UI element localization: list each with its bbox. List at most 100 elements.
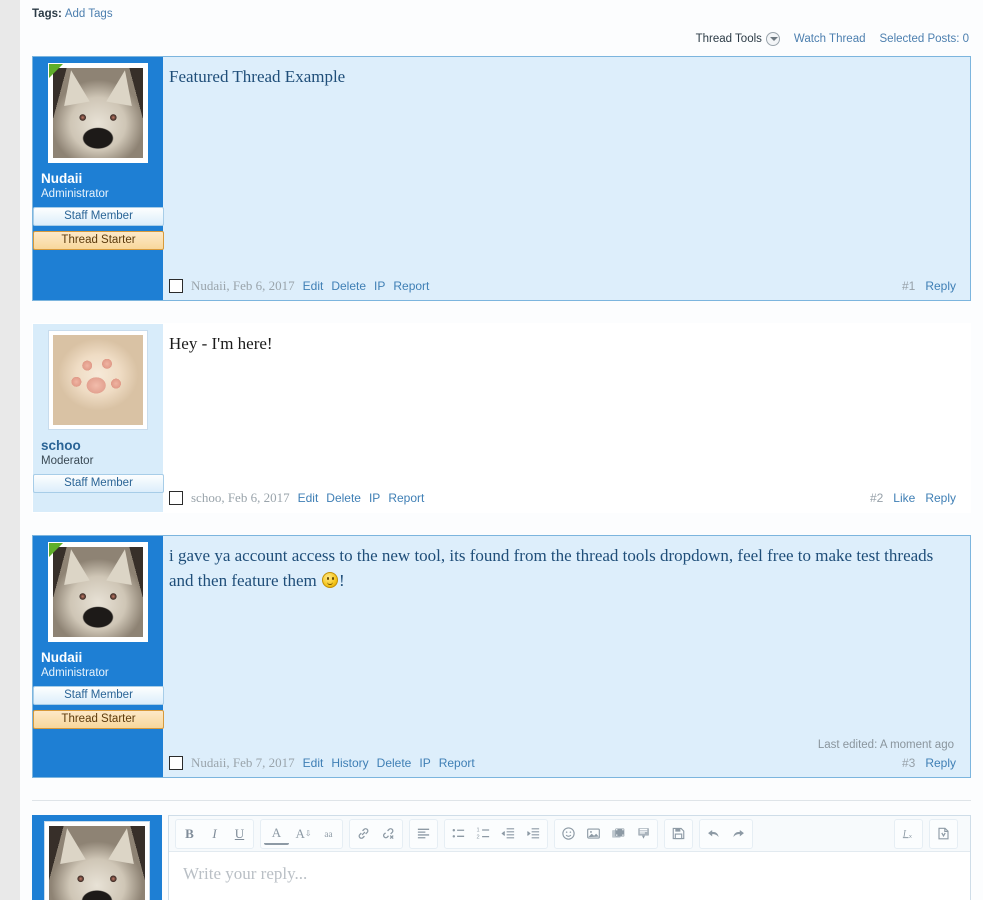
post-3-username[interactable]: Nudaii xyxy=(39,650,157,666)
post-2-message-text: Hey - I'm here! xyxy=(169,334,273,353)
post-3-ip-link[interactable]: IP xyxy=(419,756,430,770)
indent-icon[interactable] xyxy=(521,821,546,847)
post-3-thread-starter-banner: Thread Starter xyxy=(33,709,164,729)
smilie-icon[interactable] xyxy=(556,821,581,847)
post-2-delete-link[interactable]: Delete xyxy=(326,491,361,505)
post-1-reply-link[interactable]: Reply xyxy=(925,279,956,293)
underline-icon[interactable]: U xyxy=(227,821,252,847)
post-3-delete-link[interactable]: Delete xyxy=(377,756,412,770)
numbered-list-icon[interactable]: 1 2 xyxy=(471,821,496,847)
draft-save-icon[interactable] xyxy=(666,821,691,847)
remove-formatting-icon[interactable]: I x xyxy=(896,821,921,847)
post-1-report-link[interactable]: Report xyxy=(393,279,429,293)
post-3-message-part1: i gave ya account access to the new tool… xyxy=(169,546,934,590)
post-2-author-date: schoo, Feb 6, 2017 xyxy=(191,490,290,505)
outdent-icon[interactable] xyxy=(496,821,521,847)
post-1: Nudaii Administrator Staff Member Thread… xyxy=(32,56,971,301)
thread-tools-row: Thread Tools Watch Thread Selected Posts… xyxy=(20,24,983,56)
post-2-user-column: schoo Moderator Staff Member xyxy=(33,324,164,512)
toolbar-group-list: 1 2 xyxy=(444,818,548,849)
post-1-meta-row: Nudaii, Feb 6, 2017 Edit Delete IP Repor… xyxy=(169,276,956,294)
font-size-icon[interactable]: A ⇩ xyxy=(291,821,316,847)
post-1-edit-link[interactable]: Edit xyxy=(303,279,324,293)
post-3-number[interactable]: #3 xyxy=(902,756,915,770)
bullet-list-icon[interactable] xyxy=(446,821,471,847)
toolbar-group-font: A A ⇩ aa xyxy=(260,818,343,849)
italic-icon[interactable]: I xyxy=(202,821,227,847)
watch-thread-link[interactable]: Watch Thread xyxy=(794,33,866,45)
post-3-history-link[interactable]: History xyxy=(331,756,368,770)
post-2-edit-link[interactable]: Edit xyxy=(298,491,319,505)
post-1-author-date: Nudaii, Feb 6, 2017 xyxy=(191,278,295,293)
post-2-number[interactable]: #2 xyxy=(870,491,883,505)
post-3-select-checkbox[interactable] xyxy=(169,756,183,770)
paw-avatar-image xyxy=(53,335,143,425)
post-1-meta-right: #1 Reply xyxy=(902,279,956,293)
post-2-reply-link[interactable]: Reply xyxy=(925,491,956,505)
thread-tools-button[interactable]: Thread Tools xyxy=(696,32,780,46)
smilie-icon xyxy=(322,571,338,588)
toolbar-group-insert xyxy=(554,818,658,849)
post-3-meta-right: #3 Reply xyxy=(902,756,956,770)
align-icon[interactable] xyxy=(411,821,436,847)
post-1-username[interactable]: Nudaii xyxy=(39,171,157,187)
selected-posts-link[interactable]: Selected Posts: 0 xyxy=(880,33,970,45)
post-3-author-date: Nudaii, Feb 7, 2017 xyxy=(191,755,295,770)
bold-icon[interactable]: B xyxy=(177,821,202,847)
post-3-reply-link[interactable]: Reply xyxy=(925,756,956,770)
tags-bar: Tags: Add Tags xyxy=(20,0,983,24)
toggle-bbcode-icon[interactable] xyxy=(931,821,956,847)
redo-icon[interactable] xyxy=(726,821,751,847)
online-indicator-icon xyxy=(49,543,63,557)
thread-tools-label: Thread Tools xyxy=(695,33,762,45)
reply-input-area[interactable]: Write your reply... xyxy=(169,852,970,900)
post-3-last-edited: Last edited: A moment ago xyxy=(817,739,954,751)
chevron-down-icon xyxy=(765,32,780,46)
unlink-icon[interactable] xyxy=(376,821,401,847)
text-color-icon[interactable]: A xyxy=(264,823,289,845)
post-1-thread-starter-banner: Thread Starter xyxy=(33,230,164,250)
post-2-ip-link[interactable]: IP xyxy=(369,491,380,505)
post-1-number[interactable]: #1 xyxy=(902,279,915,293)
post-2-report-link[interactable]: Report xyxy=(388,491,424,505)
reply-user-avatar xyxy=(32,815,162,900)
svg-text:1: 1 xyxy=(476,828,479,834)
post-2-like-link[interactable]: Like xyxy=(893,491,915,505)
post-2-username[interactable]: schoo xyxy=(39,438,157,454)
post-2-select-checkbox[interactable] xyxy=(169,491,183,505)
post-3-edit-link[interactable]: Edit xyxy=(303,756,324,770)
toolbar-group-clear: I x xyxy=(894,818,923,849)
post-2-avatar[interactable] xyxy=(48,330,148,430)
post-3-avatar[interactable] xyxy=(48,542,148,642)
toolbar-group-bbcode xyxy=(929,818,958,849)
undo-icon[interactable] xyxy=(701,821,726,847)
font-family-icon[interactable]: aa xyxy=(316,821,341,847)
reply-placeholder: Write your reply... xyxy=(183,864,308,883)
post-3-report-link[interactable]: Report xyxy=(439,756,475,770)
post-1-avatar[interactable] xyxy=(48,63,148,163)
post-1-meta-left: Nudaii, Feb 6, 2017 Edit Delete IP Repor… xyxy=(169,278,429,294)
reply-avatar-frame[interactable] xyxy=(44,821,150,900)
editor-toolbar: B I U A A ⇩ aa 1 2 I x xyxy=(169,816,970,852)
post-3: Nudaii Administrator Staff Member Thread… xyxy=(32,535,971,778)
media-icon[interactable] xyxy=(606,821,631,847)
toolbar-group-basic: B I U xyxy=(175,818,254,849)
post-2-user-title: Moderator xyxy=(41,455,94,468)
reply-editor: B I U A A ⇩ aa 1 2 I x Write your reply.… xyxy=(168,815,971,900)
toolbar-group-draft xyxy=(664,818,693,849)
image-icon[interactable] xyxy=(581,821,606,847)
post-1-message-column: Featured Thread Example Nudaii, Feb 6, 2… xyxy=(163,57,970,300)
post-3-user-column: Nudaii Administrator Staff Member Thread… xyxy=(33,536,164,777)
post-1-select-checkbox[interactable] xyxy=(169,279,183,293)
post-2-meta-right: #2 Like Reply xyxy=(870,491,956,505)
post-1-user-title: Administrator xyxy=(41,188,109,201)
link-icon[interactable] xyxy=(351,821,376,847)
post-3-staff-banner: Staff Member xyxy=(33,685,164,705)
quote-icon[interactable] xyxy=(631,821,656,847)
post-3-message-column: i gave ya account access to the new tool… xyxy=(163,536,970,777)
add-tags-link[interactable]: Add Tags xyxy=(65,8,113,20)
post-1-delete-link[interactable]: Delete xyxy=(331,279,366,293)
post-3-user-title: Administrator xyxy=(41,667,109,680)
post-3-spacer xyxy=(169,593,956,739)
post-1-ip-link[interactable]: IP xyxy=(374,279,385,293)
